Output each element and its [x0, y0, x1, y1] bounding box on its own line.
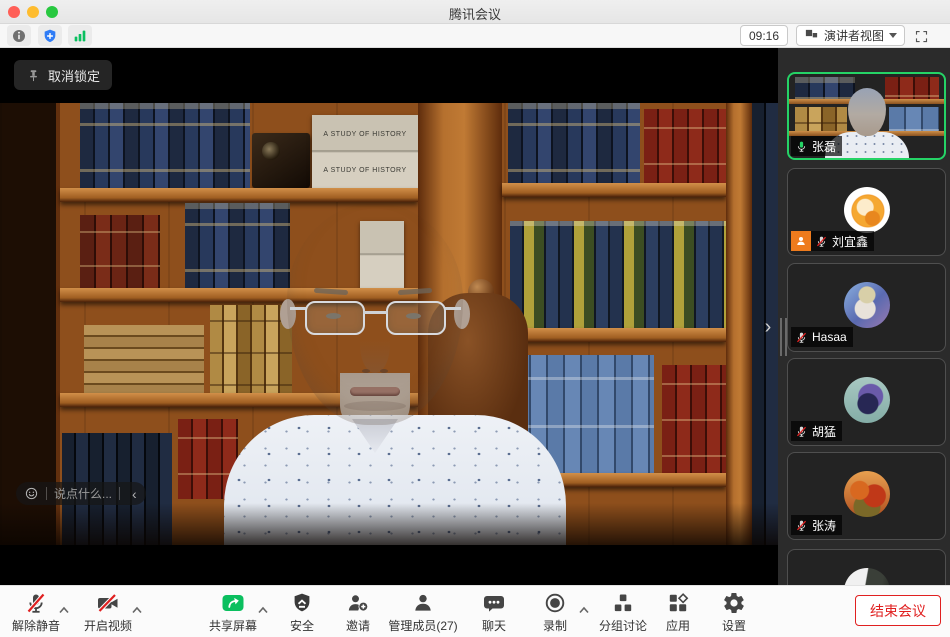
chevron-up-icon[interactable] [578, 606, 590, 614]
participant-name: Hasaa [812, 330, 847, 344]
speaker-person [0, 103, 778, 545]
apps-icon [666, 591, 690, 615]
view-mode-label: 演讲者视图 [824, 27, 884, 44]
chat-collapse-icon[interactable]: ‹ [127, 487, 142, 501]
settings-button[interactable]: 设置 [712, 591, 756, 634]
speaker-video: A STUDY OF HISTORY A STUDY OF HISTORY [0, 103, 778, 545]
avatar [844, 568, 890, 585]
meeting-info-button[interactable] [7, 25, 31, 46]
camera-muted-icon [95, 591, 121, 615]
end-meeting-button[interactable]: 结束会议 [855, 595, 941, 626]
info-icon [11, 28, 27, 44]
security-button[interactable]: 安全 [280, 591, 324, 634]
unmute-button[interactable]: 解除静音 [6, 591, 66, 634]
avatar [844, 471, 890, 517]
meeting-timer: 09:16 [740, 25, 788, 46]
chat-icon [482, 591, 506, 615]
participant-name: 刘宜鑫 [832, 233, 868, 250]
participant-label: 胡猛 [791, 421, 842, 441]
emoji-icon[interactable] [24, 486, 39, 501]
mic-on-icon [795, 140, 808, 153]
glasses [305, 301, 365, 335]
chevron-up-icon[interactable] [58, 606, 70, 614]
share-screen-icon [221, 591, 245, 615]
record-button[interactable]: 录制 [533, 591, 577, 634]
invite-button[interactable]: 邀请 [336, 591, 380, 634]
mic-muted-icon [795, 331, 808, 344]
host-badge-icon [791, 231, 811, 251]
security-shield-icon [290, 591, 314, 615]
breakout-icon [611, 591, 635, 615]
quick-chat-bar[interactable]: 说点什么... ‹ [16, 482, 146, 505]
members-icon [411, 591, 435, 615]
layout-icon [804, 28, 819, 43]
settings-gear-icon [722, 591, 746, 615]
share-screen-button[interactable]: 共享屏幕 [203, 591, 263, 634]
main-video-stage: A STUDY OF HISTORY A STUDY OF HISTORY [0, 48, 778, 585]
participant-tile[interactable]: 胡猛 [787, 358, 946, 446]
chevron-up-icon[interactable] [131, 606, 143, 614]
network-quality-button[interactable] [68, 25, 92, 46]
avatar [844, 282, 890, 328]
avatar [844, 187, 890, 233]
titlebar: 腾讯会议 [0, 0, 950, 24]
participant-name: 胡猛 [812, 423, 836, 440]
participant-label: 刘宜鑫 [791, 231, 874, 251]
participant-tile[interactable]: 刘宜鑫 [787, 168, 946, 256]
view-mode-button[interactable]: 演讲者视图 [796, 25, 905, 46]
chevron-up-icon[interactable] [257, 606, 269, 614]
breakout-rooms-button[interactable]: 分组讨论 [595, 591, 651, 634]
participant-name: 张磊 [812, 138, 836, 155]
unlock-label: 取消锁定 [48, 66, 100, 85]
shield-plus-icon [42, 28, 58, 44]
mic-muted-icon [795, 519, 808, 532]
meeting-topbar: 09:16 演讲者视图 [0, 24, 950, 48]
mic-muted-icon [815, 235, 828, 248]
participant-tile[interactable] [787, 549, 946, 585]
chevron-down-icon [889, 33, 897, 38]
invite-icon [346, 591, 370, 615]
participant-label: 张涛 [791, 515, 842, 535]
quick-chat-input[interactable]: 说点什么... [54, 485, 112, 502]
meeting-toolbar: 解除静音 开启视频 共享屏幕 [0, 585, 950, 637]
sidebar-collapse-button[interactable]: › [760, 314, 776, 342]
participant-tile[interactable]: 张磊 [787, 72, 946, 160]
window-title: 腾讯会议 [0, 4, 950, 23]
chat-button[interactable]: 聊天 [472, 591, 516, 634]
fullscreen-icon [914, 29, 929, 44]
glasses [386, 301, 446, 335]
network-signal-icon [72, 28, 88, 44]
mic-muted-icon [795, 425, 808, 438]
meeting-window: 腾讯会议 09:16 [0, 0, 950, 637]
meeting-security-button[interactable] [38, 25, 62, 46]
record-icon [543, 591, 567, 615]
participant-tile[interactable]: 张涛 [787, 452, 946, 540]
fullscreen-button[interactable] [911, 27, 931, 45]
apps-button[interactable]: 应用 [656, 591, 700, 634]
participant-name: 张涛 [812, 517, 836, 534]
start-video-button[interactable]: 开启视频 [78, 591, 138, 634]
mic-muted-icon [24, 591, 48, 615]
unlock-pin-button[interactable]: 取消锁定 [14, 60, 112, 90]
manage-members-button[interactable]: 管理成员(27) [378, 591, 468, 634]
pin-icon [26, 68, 41, 83]
participant-label: Hasaa [791, 327, 853, 347]
participant-tile[interactable]: Hasaa [787, 263, 946, 352]
avatar [844, 377, 890, 423]
participants-sidebar: 张磊 [778, 48, 950, 585]
participant-label: 张磊 [791, 136, 842, 156]
